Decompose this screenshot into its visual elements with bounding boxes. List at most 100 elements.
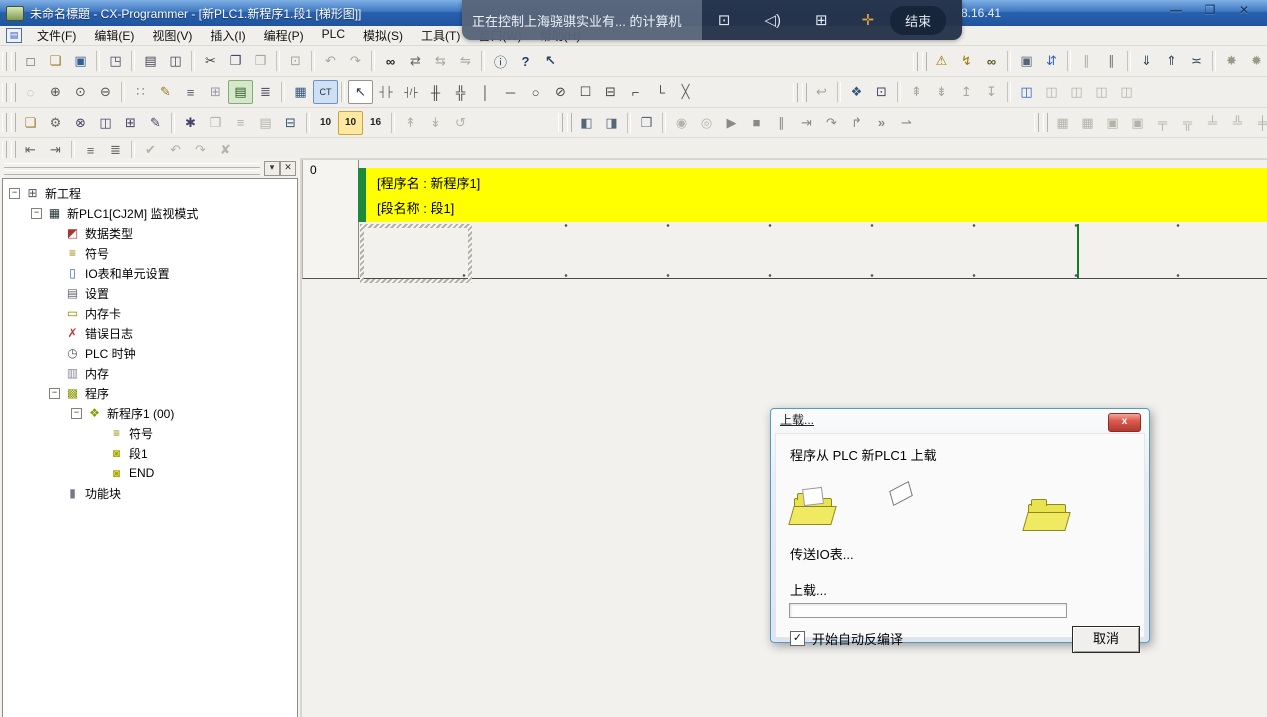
sidebar-item-programs[interactable]: − ▩ 程序	[5, 383, 297, 403]
transfer-options-icon[interactable]: ❒	[203, 111, 228, 135]
sidebar-item-section1[interactable]: ◙ 段1	[5, 443, 297, 463]
tree-expander[interactable]: −	[9, 188, 20, 199]
replace-icon[interactable]: ⇄	[403, 49, 428, 73]
watch-pair-icon[interactable]: ◫	[93, 111, 118, 135]
watch-sheet-icon[interactable]: ▤	[253, 111, 278, 135]
toggle-monitoring-icon[interactable]: ∞	[979, 49, 1004, 73]
menu-insert[interactable]: 插入(I)	[201, 25, 254, 46]
rail-cross-icon[interactable]: ╪	[1250, 111, 1267, 135]
force-reset-icon[interactable]: ✹	[1244, 49, 1267, 73]
sidebar-item-data-types[interactable]: ◩ 数据类型	[5, 223, 297, 243]
find-icon[interactable]: ∞	[378, 49, 403, 73]
pause-monitor-icon[interactable]: ∥	[1074, 49, 1099, 73]
paste-icon[interactable]: ❒	[248, 49, 273, 73]
monitor-colors-icon[interactable]: ▤	[228, 80, 253, 104]
zoom-fit-icon[interactable]: ◌	[18, 80, 43, 104]
insert-rung-icon[interactable]: ↩	[809, 80, 834, 104]
end-remote-button[interactable]: 结束	[890, 6, 946, 35]
work-online-icon[interactable]: ⚠	[929, 49, 954, 73]
compare-with-plc-icon[interactable]: ≍	[1184, 49, 1209, 73]
go-to-next-jump-icon[interactable]: ↡	[423, 111, 448, 135]
new-contact-icon[interactable]: ┤├	[373, 80, 398, 104]
sidebar-item-plc1[interactable]: − ▦ 新PLC1[CJ2M] 监视模式	[5, 203, 297, 223]
sim-task-edit-icon[interactable]: ❒	[634, 111, 659, 135]
address-reference-icon[interactable]: ❖	[844, 80, 869, 104]
sidebar-item-symbols[interactable]: ≡ 符号	[5, 243, 297, 263]
breakpoint-clear-icon[interactable]: ◎	[694, 111, 719, 135]
online-edit-icon[interactable]: ▣	[1014, 49, 1039, 73]
cut-icon[interactable]: ✂	[198, 49, 223, 73]
monitor-grid-3-icon[interactable]: ▣	[1100, 111, 1125, 135]
io-comment-view-icon[interactable]: CT	[313, 80, 338, 104]
step-run-once-icon[interactable]: ⇥	[794, 111, 819, 135]
print-icon[interactable]: ▤	[138, 49, 163, 73]
io-window-icon[interactable]: ⊞	[118, 111, 143, 135]
step-over-icon[interactable]: ↷	[819, 111, 844, 135]
mdi-child-icon[interactable]: ▤	[6, 28, 22, 43]
pane-diff-up-icon[interactable]: ◫	[1064, 80, 1089, 104]
rail-join-icon[interactable]: ╩	[1225, 111, 1250, 135]
panel-close-button[interactable]: ✕	[280, 161, 296, 176]
download-to-plc-icon[interactable]: ⇓	[1134, 49, 1159, 73]
pane-diff-down-icon[interactable]: ◫	[1089, 80, 1114, 104]
panel-header[interactable]: ▾ ✕	[4, 161, 296, 175]
find-prev-icon[interactable]: ⇆	[428, 49, 453, 73]
set-immediate-icon[interactable]: ↥	[954, 80, 979, 104]
sidebar-item-memory[interactable]: ▥ 内存	[5, 363, 297, 383]
diagram-window-icon[interactable]: ⚙	[43, 111, 68, 135]
comment-list-icon[interactable]: ≡	[178, 80, 203, 104]
monitor-add-icon[interactable]: ⊞	[815, 11, 828, 29]
rail-mid-icon[interactable]: ╦	[1175, 111, 1200, 135]
new-instruction-icon[interactable]: ☐	[573, 80, 598, 104]
panel-dropdown-button[interactable]: ▾	[264, 161, 280, 176]
new-closed-contact-icon[interactable]: ┤/├	[398, 80, 423, 104]
force-set-icon[interactable]: ✸	[1219, 49, 1244, 73]
cross-reference-icon[interactable]: ⊗	[68, 111, 93, 135]
breakpoint-set-icon[interactable]: ◉	[669, 111, 694, 135]
go-to-prev-jump-icon[interactable]: ↟	[398, 111, 423, 135]
step-out-icon[interactable]: ↱	[844, 111, 869, 135]
volume-icon[interactable]: ◁)	[764, 11, 781, 29]
output-window-icon[interactable]: ≡	[228, 111, 253, 135]
fullscreen-icon[interactable]: ⊡	[718, 11, 731, 29]
sim-online-icon[interactable]: ◧	[574, 111, 599, 135]
zoom-in-icon[interactable]: ⊕	[43, 80, 68, 104]
pane-watch-icon[interactable]: ◫	[1039, 80, 1064, 104]
sidebar-item-memory-card[interactable]: ▭ 内存卡	[5, 303, 297, 323]
cascade-windows-icon[interactable]: ❏	[18, 111, 43, 135]
cancel-button[interactable]: 取消	[1072, 626, 1140, 653]
menu-plc[interactable]: PLC	[313, 25, 354, 46]
section-list-icon[interactable]: ≣	[253, 80, 278, 104]
rung-comment-icon[interactable]: ✎	[153, 80, 178, 104]
open-project-icon[interactable]: ❏	[43, 49, 68, 73]
monitor-grid-4-icon[interactable]: ▣	[1125, 111, 1150, 135]
rail-bottom-icon[interactable]: ╧	[1200, 111, 1225, 135]
new-closed-or-contact-icon[interactable]: ╬	[448, 80, 473, 104]
selected-cell[interactable]	[360, 224, 472, 283]
sim-pause-icon[interactable]: ∥	[769, 111, 794, 135]
horizontal-line-icon[interactable]: ─	[498, 80, 523, 104]
sidebar-item-new-project[interactable]: − ⊞ 新工程	[5, 183, 297, 203]
remote-pin-icon[interactable]: ✛	[862, 11, 875, 29]
hex-view-icon[interactable]: 16	[363, 111, 388, 135]
restore-button[interactable]: ❐	[1201, 3, 1219, 17]
pane-check-icon[interactable]: ◫	[1114, 80, 1139, 104]
fb-invocation-icon[interactable]: ⌐	[623, 80, 648, 104]
pause-icon[interactable]: ∥	[1099, 49, 1124, 73]
new-file-icon[interactable]: □	[18, 49, 43, 73]
find-next-icon[interactable]: ⇋	[453, 49, 478, 73]
sidebar-item-end[interactable]: ◙ END	[5, 463, 297, 483]
menu-view[interactable]: 视图(V)	[143, 25, 201, 46]
transfer-program-icon[interactable]: ⇵	[1039, 49, 1064, 73]
print-preview-icon[interactable]: ◫	[163, 49, 188, 73]
close-button[interactable]: ✕	[1235, 3, 1253, 17]
context-help-icon[interactable]: ↖	[538, 49, 563, 73]
decimal-view-icon[interactable]: 10	[313, 111, 338, 135]
select-tool-icon[interactable]: ↖	[348, 80, 373, 104]
help-icon[interactable]: ?	[513, 49, 538, 73]
connect-line-icon[interactable]: └	[648, 80, 673, 104]
sidebar-item-function-blocks[interactable]: ▮ 功能块	[5, 483, 297, 503]
set-no-update-icon[interactable]: ↧	[979, 80, 1004, 104]
monitor-grid-1-icon[interactable]: ▦	[1050, 111, 1075, 135]
monitor-grid-2-icon[interactable]: ▦	[1075, 111, 1100, 135]
